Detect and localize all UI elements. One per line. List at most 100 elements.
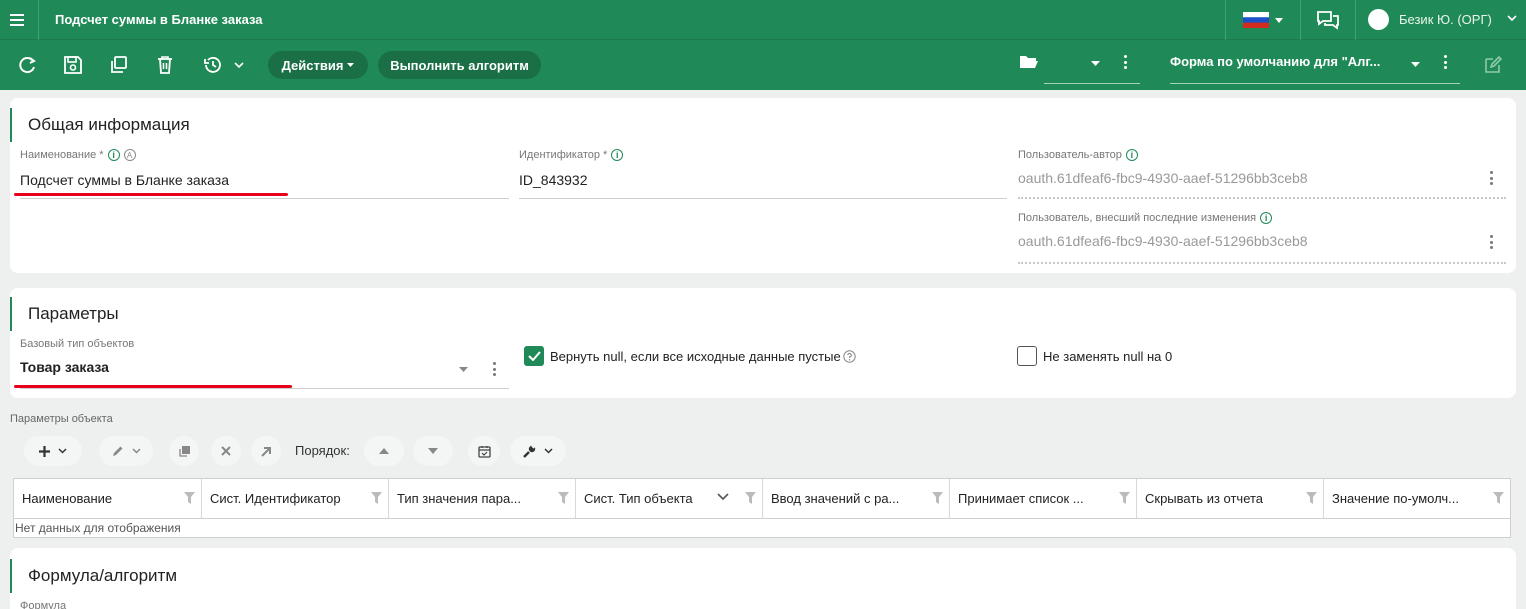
column-header[interactable]: Скрывать из отчета [1137, 479, 1324, 518]
filter-icon[interactable] [1119, 492, 1130, 504]
filter-icon[interactable] [745, 492, 756, 504]
chevron-down-icon[interactable] [717, 493, 729, 501]
modifier-value: oauth.61dfeaf6-fbc9-4930-aaef-51296bb3ce… [1018, 233, 1308, 249]
author-label-text: Пользователь-автор [1018, 149, 1122, 161]
chevron-down-icon [58, 448, 67, 454]
id-label-text: Идентификатор * [519, 149, 608, 161]
caret-down-icon [347, 63, 355, 67]
form-more-icon[interactable] [1443, 55, 1447, 69]
column-header-label: Ввод значений с ра... [771, 491, 900, 506]
formula-title: Формула/алгоритм [10, 559, 177, 593]
author-more-icon[interactable] [1489, 171, 1493, 185]
calendar-check-icon [477, 445, 491, 458]
column-header-label: Принимает список ... [958, 491, 1084, 506]
open-param-button[interactable] [251, 436, 281, 466]
column-header-label: Сист. Идентификатор [210, 491, 341, 506]
move-up-button[interactable] [364, 436, 404, 466]
formula-card [10, 548, 1516, 609]
run-algorithm-label: Выполнить алгоритм [390, 57, 529, 73]
edit-form-icon[interactable] [1483, 55, 1503, 75]
chevron-down-icon [544, 448, 553, 454]
chevron-down-icon[interactable] [1507, 15, 1517, 22]
info-icon[interactable]: i [107, 149, 120, 161]
column-header[interactable]: Значение по-умолч... [1324, 479, 1510, 518]
language-switcher[interactable] [1226, 0, 1300, 40]
copy-icon [178, 445, 190, 457]
id-input[interactable]: ID_843932 [519, 172, 588, 188]
chat-icon [1317, 11, 1339, 30]
name-label: Наименование * i A [20, 149, 136, 161]
run-algorithm-button[interactable]: Выполнить алгоритм [378, 51, 541, 79]
base-type-more-icon[interactable] [492, 362, 496, 376]
actions-button[interactable]: Действия [268, 51, 368, 79]
delete-param-button[interactable] [211, 436, 241, 466]
chat-button[interactable] [1301, 0, 1355, 40]
column-header[interactable]: Ввод значений с ра... [763, 479, 950, 518]
highlight-underline [14, 385, 292, 388]
column-header-label: Значение по-умолч... [1332, 491, 1460, 506]
empty-table-message: Нет данных для отображения [15, 521, 181, 535]
object-params-label: Параметры объекта [10, 413, 113, 425]
folder-open-icon[interactable] [1019, 54, 1039, 70]
form-select[interactable]: Форма по умолчанию для "Алг... [1170, 48, 1460, 84]
save-icon[interactable] [62, 54, 84, 76]
triangle-down-icon [428, 448, 438, 454]
filter-icon[interactable] [932, 492, 943, 504]
general-info-title: Общая информация [10, 108, 190, 142]
column-header[interactable]: Сист. Идентификатор [202, 479, 389, 518]
caret-down-icon [1091, 61, 1100, 66]
copy-icon[interactable] [108, 54, 130, 76]
chevron-down-icon[interactable] [234, 62, 244, 69]
column-header[interactable]: Тип значения пара... [389, 479, 576, 518]
edit-param-button[interactable] [99, 436, 153, 466]
column-header[interactable]: Принимает список ... [950, 479, 1137, 518]
actions-button-label: Действия [281, 57, 344, 73]
avatar[interactable] [1368, 9, 1389, 30]
menu-button[interactable] [0, 0, 34, 40]
filter-icon[interactable] [1493, 492, 1504, 504]
russia-flag-icon [1243, 12, 1269, 28]
modifier-more-icon[interactable] [1489, 235, 1493, 249]
column-header[interactable]: Наименование [14, 479, 202, 518]
info-icon[interactable]: i [1260, 212, 1273, 224]
return-null-checkbox[interactable] [524, 346, 544, 366]
column-header-label: Сист. Тип объекта [584, 491, 693, 506]
user-name[interactable]: Безик Ю. (ОРГ) [1399, 12, 1492, 27]
move-down-button[interactable] [413, 436, 453, 466]
params-table: Наименование Сист. Идентификатор Тип зна… [13, 478, 1511, 538]
id-label: Идентификатор * i [519, 149, 624, 161]
help-icon[interactable] [843, 350, 856, 363]
base-type-select[interactable]: Товар заказа [20, 359, 109, 375]
auto-icon[interactable]: A [123, 149, 136, 161]
folder-more-icon[interactable] [1123, 55, 1127, 69]
top-bar: Подсчет суммы в Бланке заказа Безик Ю. (… [0, 0, 1526, 40]
checkmark-icon [527, 351, 541, 361]
filter-icon[interactable] [558, 492, 569, 504]
chevron-down-icon [131, 448, 141, 454]
no-replace-checkbox[interactable] [1017, 346, 1037, 366]
modifier-label: Пользователь, внесший последние изменени… [1018, 212, 1273, 224]
wrench-icon [523, 444, 536, 458]
copy-param-button[interactable] [169, 436, 199, 466]
caret-down-icon[interactable] [459, 367, 468, 372]
return-null-text: Вернуть null, если все исходные данные п… [550, 349, 841, 364]
settings-param-button[interactable] [510, 436, 566, 466]
export-param-button[interactable] [468, 436, 500, 466]
order-label: Порядок: [295, 443, 350, 458]
history-icon[interactable] [202, 54, 224, 76]
return-null-label: Вернуть null, если все исходные данные п… [550, 349, 856, 364]
modifier-label-text: Пользователь, внесший последние изменени… [1018, 212, 1257, 224]
info-icon[interactable]: i [1125, 149, 1138, 161]
name-input[interactable]: Подсчет суммы в Бланке заказа [20, 172, 229, 188]
delete-icon[interactable] [154, 54, 176, 76]
refresh-icon[interactable] [17, 54, 39, 76]
base-type-label: Базовый тип объектов [20, 338, 135, 350]
add-param-button[interactable] [24, 436, 82, 466]
info-icon[interactable]: i [611, 149, 624, 161]
filter-icon[interactable] [184, 492, 195, 504]
filter-icon[interactable] [1306, 492, 1317, 504]
column-header[interactable]: Сист. Тип объекта [576, 479, 763, 518]
filter-icon[interactable] [371, 492, 382, 504]
column-header-label: Тип значения пара... [397, 491, 522, 506]
close-icon [221, 446, 231, 456]
